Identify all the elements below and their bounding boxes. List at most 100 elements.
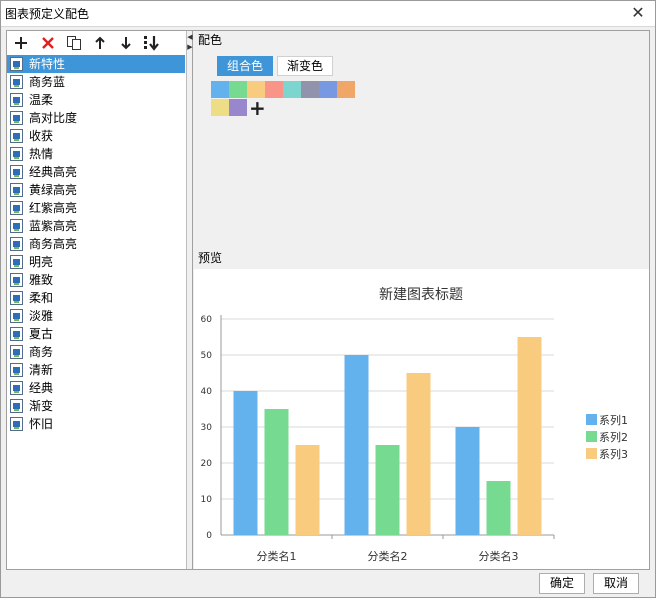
list-item-label: 高对比度 [29,111,78,125]
list-item-label: 雅致 [29,273,54,287]
list-item-label: 经典 [29,381,54,395]
color-scheme-icon [10,327,23,341]
y-tick-label: 20 [201,459,213,469]
list-item[interactable]: 经典 [7,379,187,397]
color-scheme-icon [10,381,23,395]
color-scheme-icon [10,273,23,287]
list-item[interactable]: 商务高亮 [7,235,187,253]
list-item[interactable]: 商务 [7,343,187,361]
dialog-window: 图表预定义配色 ✕ 新特性 商务蓝 温柔 高对比度 收获 热情 经典高亮 黄绿高… [0,0,656,598]
ok-button[interactable]: 确定 [539,573,585,594]
legend-swatch [586,414,597,425]
color-scheme-icon [10,75,23,89]
legend-label: 系列1 [599,413,628,427]
plus-icon[interactable] [11,33,31,53]
preview-section-label: 预览 [198,251,223,265]
arrow-up-icon[interactable] [90,33,110,53]
list-item[interactable]: 高对比度 [7,109,187,127]
color-scheme-icon [10,201,23,215]
bar-分类名1-系列1 [233,391,258,535]
color-scheme-icon [10,111,23,125]
list-item-label: 商务高亮 [29,237,78,251]
list-item-label: 蓝紫高亮 [29,219,78,233]
y-tick-label: 0 [206,531,212,541]
list-item-label: 柔和 [29,291,54,305]
collapse-right-icon[interactable]: ▶ [187,43,193,51]
list-item-label: 黄绿高亮 [29,183,78,197]
list-item[interactable]: 清新 [7,361,187,379]
list-item[interactable]: 柔和 [7,289,187,307]
x-tick-label: 分类名2 [368,549,408,563]
list-toolbar [7,31,186,55]
color-swatch[interactable] [229,81,247,98]
close-icon[interactable]: ✕ [629,4,647,22]
list-item-label: 淡雅 [29,309,54,323]
color-swatch[interactable] [301,81,319,98]
list-item[interactable]: 经典高亮 [7,163,187,181]
move-to-bottom-icon[interactable] [142,33,162,53]
scheme-list: 新特性商务蓝温柔高对比度收获热情经典高亮黄绿高亮红紫高亮蓝紫高亮商务高亮明亮雅致… [7,55,187,433]
color-swatch[interactable] [283,81,301,98]
bar-分类名3-系列1 [455,427,480,535]
list-item[interactable]: 温柔 [7,91,187,109]
color-swatch[interactable] [211,81,229,98]
bar-分类名2-系列3 [406,373,431,535]
color-scheme-icon [10,147,23,161]
add-color-button[interactable]: + [249,98,266,118]
dialog-title: 图表预定义配色 [5,7,90,21]
list-item-label: 渐变 [29,399,54,413]
list-item[interactable]: 新特性 [7,55,185,73]
list-item[interactable]: 明亮 [7,253,187,271]
color-swatch[interactable] [319,81,337,98]
color-scheme-icon [10,219,23,233]
color-scheme-icon [10,399,23,413]
color-scheme-icon [10,129,23,143]
list-item[interactable]: 收获 [7,127,187,145]
list-item[interactable]: 红紫高亮 [7,199,187,217]
color-scheme-icon [10,363,23,377]
color-swatch[interactable] [337,81,355,98]
list-item[interactable]: 热情 [7,145,187,163]
list-item[interactable]: 黄绿高亮 [7,181,187,199]
chart-title: 新建图表标题 [379,287,463,303]
list-item-label: 商务蓝 [29,75,66,89]
list-item-label: 夏古 [29,327,54,341]
list-item-label: 红紫高亮 [29,201,78,215]
color-swatch[interactable] [265,81,283,98]
list-item-label: 怀旧 [29,417,54,431]
tab-combination-color[interactable]: 组合色 [217,56,273,76]
list-item-label: 收获 [29,129,54,143]
collapse-left-icon[interactable]: ◀ [187,33,193,41]
list-item[interactable]: 雅致 [7,271,187,289]
bar-分类名1-系列3 [295,445,320,535]
list-item[interactable]: 渐变 [7,397,187,415]
list-item[interactable]: 淡雅 [7,307,187,325]
y-tick-label: 40 [201,387,213,397]
list-item-label: 新特性 [29,57,66,71]
copy-icon[interactable] [64,33,84,53]
tab-gradient-color[interactable]: 渐变色 [277,56,333,76]
list-item[interactable]: 商务蓝 [7,73,187,91]
scheme-list-panel: 新特性商务蓝温柔高对比度收获热情经典高亮黄绿高亮红紫高亮蓝紫高亮商务高亮明亮雅致… [7,31,187,569]
legend-swatch [586,448,597,459]
list-item-label: 清新 [29,363,54,377]
color-swatch[interactable] [229,99,247,116]
y-tick-label: 10 [201,495,213,505]
x-tick-label: 分类名1 [257,549,297,563]
list-item[interactable]: 夏古 [7,325,187,343]
dialog-button-bar: 确定 取消 [1,570,655,598]
cancel-button[interactable]: 取消 [593,573,639,594]
preview-area: 新建图表标题 0 10 20 30 40 50 60 分类名1 分类名2 分类名3 系列1 系列2 系列3 [194,269,649,569]
title-bar: 图表预定义配色 ✕ [1,1,655,27]
list-item[interactable]: 怀旧 [7,415,187,433]
color-swatch[interactable] [211,99,229,116]
list-item[interactable]: 蓝紫高亮 [7,217,187,235]
color-scheme-icon [10,255,23,269]
list-item-label: 热情 [29,147,54,161]
delete-icon[interactable] [38,33,58,53]
color-scheme-icon [10,57,23,71]
y-tick-label: 30 [201,423,213,433]
color-section-label: 配色 [198,33,223,47]
arrow-down-icon[interactable] [116,33,136,53]
panel-splitter[interactable]: ◀ ▶ [187,31,193,569]
